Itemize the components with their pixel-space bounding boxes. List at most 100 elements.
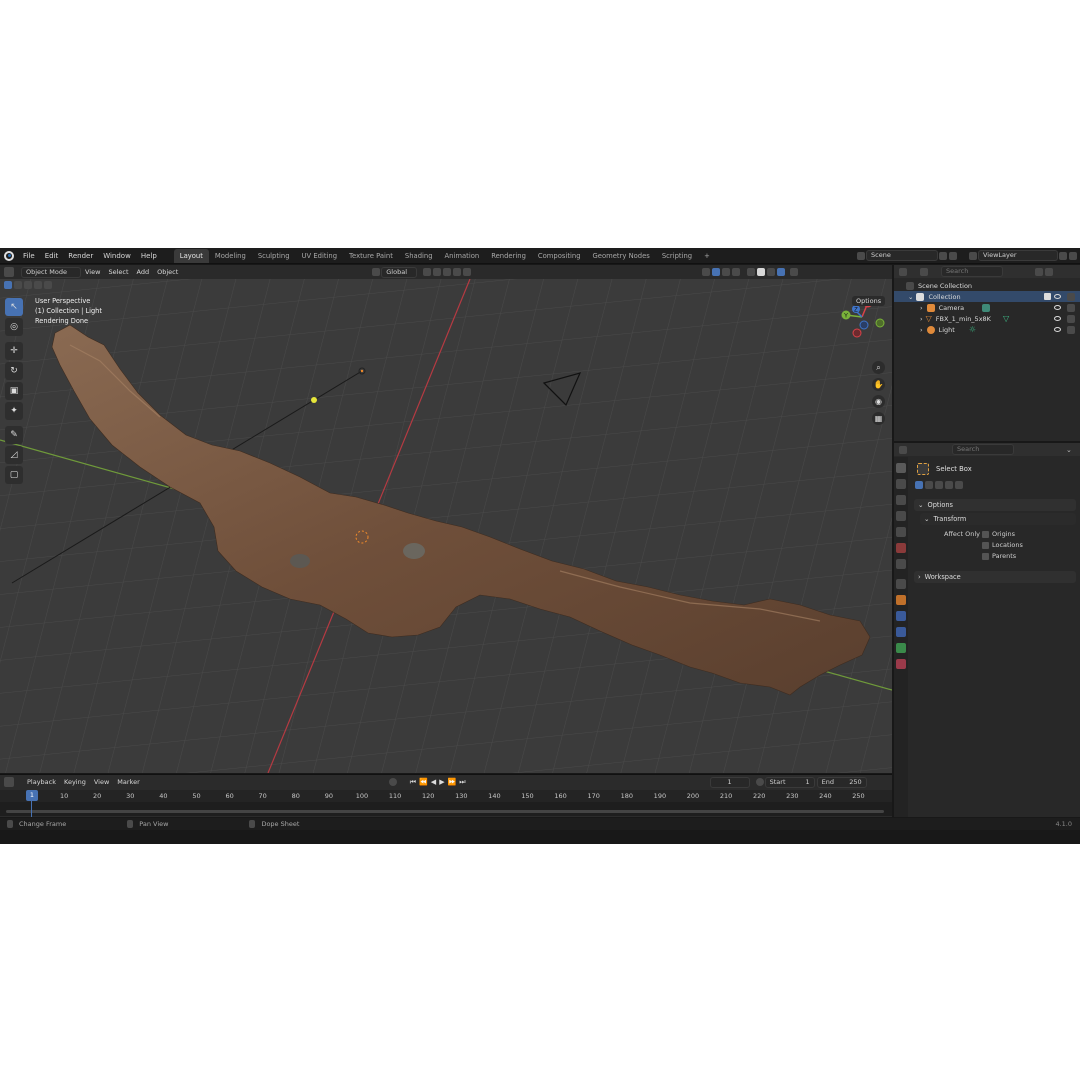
object-tab-icon[interactable]	[896, 595, 906, 605]
jump-keyframe-forward-icon[interactable]: ⏩	[448, 778, 457, 786]
tab-modeling[interactable]: Modeling	[209, 249, 252, 263]
tab-texture-paint[interactable]: Texture Paint	[343, 249, 399, 263]
pan-hand-icon[interactable]: ✋	[872, 378, 885, 391]
options-panel-header[interactable]: ⌄ Options	[914, 499, 1076, 511]
annotate-tool-icon[interactable]: ✎	[5, 426, 23, 444]
outliner-row-collection[interactable]: ⌄ Collection	[894, 291, 1080, 302]
expand-chevron-right-icon[interactable]: ›	[920, 315, 923, 323]
proportional-edit-icon[interactable]	[453, 268, 462, 276]
falloff-icon[interactable]	[463, 268, 472, 276]
jump-keyframe-back-icon[interactable]: ⏪	[419, 778, 428, 786]
mode-invert-icon[interactable]	[945, 481, 953, 489]
outliner-row-mesh[interactable]: › ▽ FBX_1_min_5x8K ▽	[894, 313, 1080, 324]
visibility-eye-icon[interactable]	[1054, 316, 1061, 321]
play-icon[interactable]: ▶	[439, 778, 444, 786]
orientation-icon[interactable]	[372, 268, 381, 276]
parents-checkbox[interactable]	[982, 552, 989, 560]
menu-file[interactable]: File	[18, 248, 40, 264]
jump-start-icon[interactable]: ⏮	[410, 778, 416, 787]
viewport-scene[interactable]: X Y Z	[0, 265, 892, 773]
outliner-row-light[interactable]: › Light ☼	[894, 324, 1080, 335]
mode-new-icon[interactable]	[915, 481, 923, 489]
transform-tool-icon[interactable]: ✦	[5, 402, 23, 420]
tool-tab-icon[interactable]	[896, 463, 906, 473]
texture-tab-icon[interactable]	[896, 579, 906, 589]
transform-subpanel-header[interactable]: ⌄ Transform	[920, 513, 1076, 525]
origins-checkbox[interactable]	[982, 530, 989, 538]
mode-extend-icon[interactable]	[925, 481, 933, 489]
render-camera-icon[interactable]	[1067, 292, 1075, 301]
visibility-icon[interactable]	[702, 268, 711, 276]
menu-window[interactable]: Window	[98, 248, 136, 264]
select-mode-subtract-icon[interactable]	[24, 281, 32, 289]
parents-checkbox-row[interactable]: Parents	[982, 552, 1016, 560]
snap-target-icon[interactable]	[443, 268, 452, 276]
scene-selector[interactable]: Scene	[866, 250, 938, 261]
expand-chevron-right-icon[interactable]: ›	[920, 304, 923, 312]
tab-shading[interactable]: Shading	[399, 249, 439, 263]
view-layer-selector[interactable]: ViewLayer	[978, 250, 1058, 261]
3d-viewport[interactable]: X Y Z Object Mode View Select Add Object…	[0, 265, 892, 773]
auto-keying-icon[interactable]	[388, 778, 397, 786]
mesh-data-icon[interactable]: ▽	[1003, 314, 1009, 323]
output-tab-icon[interactable]	[896, 495, 906, 505]
start-frame-field[interactable]: Start 1	[764, 776, 815, 788]
zoom-icon[interactable]: ⌕	[872, 361, 885, 374]
menu-render[interactable]: Render	[63, 248, 98, 264]
transform-orientation-selector[interactable]: Global	[381, 266, 418, 278]
menu-marker[interactable]: Marker	[113, 778, 143, 786]
editor-type-icon[interactable]	[4, 267, 14, 277]
timeline-track-area[interactable]	[0, 802, 892, 816]
frame-ruler[interactable]: 10 20 30 40 50 60 70 80 90 100 110 120 130 140 150 160 1…	[0, 790, 892, 802]
mode-selector[interactable]: Object Mode	[21, 266, 81, 278]
shading-rendered-icon[interactable]	[777, 268, 786, 276]
add-workspace-button[interactable]: +	[698, 249, 716, 263]
pause-render-icon[interactable]	[790, 268, 799, 276]
timeline-scrollbar[interactable]	[6, 810, 884, 813]
tab-uv-editing[interactable]: UV Editing	[296, 249, 343, 263]
rotate-tool-icon[interactable]: ↻	[5, 362, 23, 380]
new-view-layer-icon[interactable]	[1059, 251, 1067, 260]
outliner-row-camera[interactable]: › Camera	[894, 302, 1080, 313]
pivot-icon[interactable]	[423, 268, 432, 276]
view-layer-icon[interactable]	[969, 251, 977, 260]
add-cube-tool-icon[interactable]: ▢	[5, 466, 23, 484]
scene-tab-icon[interactable]	[896, 527, 906, 537]
end-frame-field[interactable]: End 250	[816, 776, 867, 788]
current-frame-field[interactable]: 1	[709, 776, 750, 788]
ortho-grid-icon[interactable]: ▦	[872, 412, 885, 425]
properties-editor-type-icon[interactable]	[899, 445, 907, 454]
menu-object[interactable]: Object	[153, 268, 182, 276]
playhead-marker[interactable]: 1	[26, 790, 38, 801]
play-reverse-icon[interactable]: ◀	[431, 778, 436, 786]
jump-end-icon[interactable]: ⏭	[459, 778, 465, 787]
properties-options-chevron-icon[interactable]: ⌄	[1066, 446, 1072, 454]
origins-checkbox-row[interactable]: Origins	[982, 530, 1015, 538]
expand-chevron-right-icon[interactable]: ›	[920, 326, 923, 334]
render-camera-icon[interactable]	[1067, 325, 1075, 334]
menu-playback[interactable]: Playback	[23, 778, 60, 786]
tab-compositing[interactable]: Compositing	[532, 249, 587, 263]
mode-intersect-icon[interactable]	[955, 481, 963, 489]
render-camera-icon[interactable]	[1067, 314, 1075, 323]
new-collection-icon[interactable]	[1045, 267, 1053, 276]
outliner-editor-type-icon[interactable]	[899, 267, 907, 276]
menu-select[interactable]: Select	[104, 268, 132, 276]
light-target-dot[interactable]	[311, 397, 317, 403]
select-box-tool-icon[interactable]: ↖	[5, 298, 23, 316]
display-mode-icon[interactable]	[920, 267, 928, 276]
locations-checkbox[interactable]	[982, 541, 989, 549]
overlay-toggle-icon[interactable]	[722, 268, 731, 276]
world-tab-icon[interactable]	[896, 543, 906, 553]
outliner-row-scene-collection[interactable]: Scene Collection	[894, 280, 1080, 291]
blender-logo-icon[interactable]	[4, 250, 14, 261]
delete-view-layer-icon[interactable]	[1069, 251, 1077, 260]
scale-tool-icon[interactable]: ▣	[5, 382, 23, 400]
select-mode-extend-icon[interactable]	[14, 281, 22, 289]
shading-solid-icon[interactable]	[757, 268, 766, 276]
measure-tool-icon[interactable]: ◿	[5, 446, 23, 464]
render-camera-icon[interactable]	[1067, 303, 1075, 312]
tab-animation[interactable]: Animation	[439, 249, 486, 263]
physics-tab-icon[interactable]	[896, 611, 906, 621]
camera-view-icon[interactable]: ◉	[872, 395, 885, 408]
